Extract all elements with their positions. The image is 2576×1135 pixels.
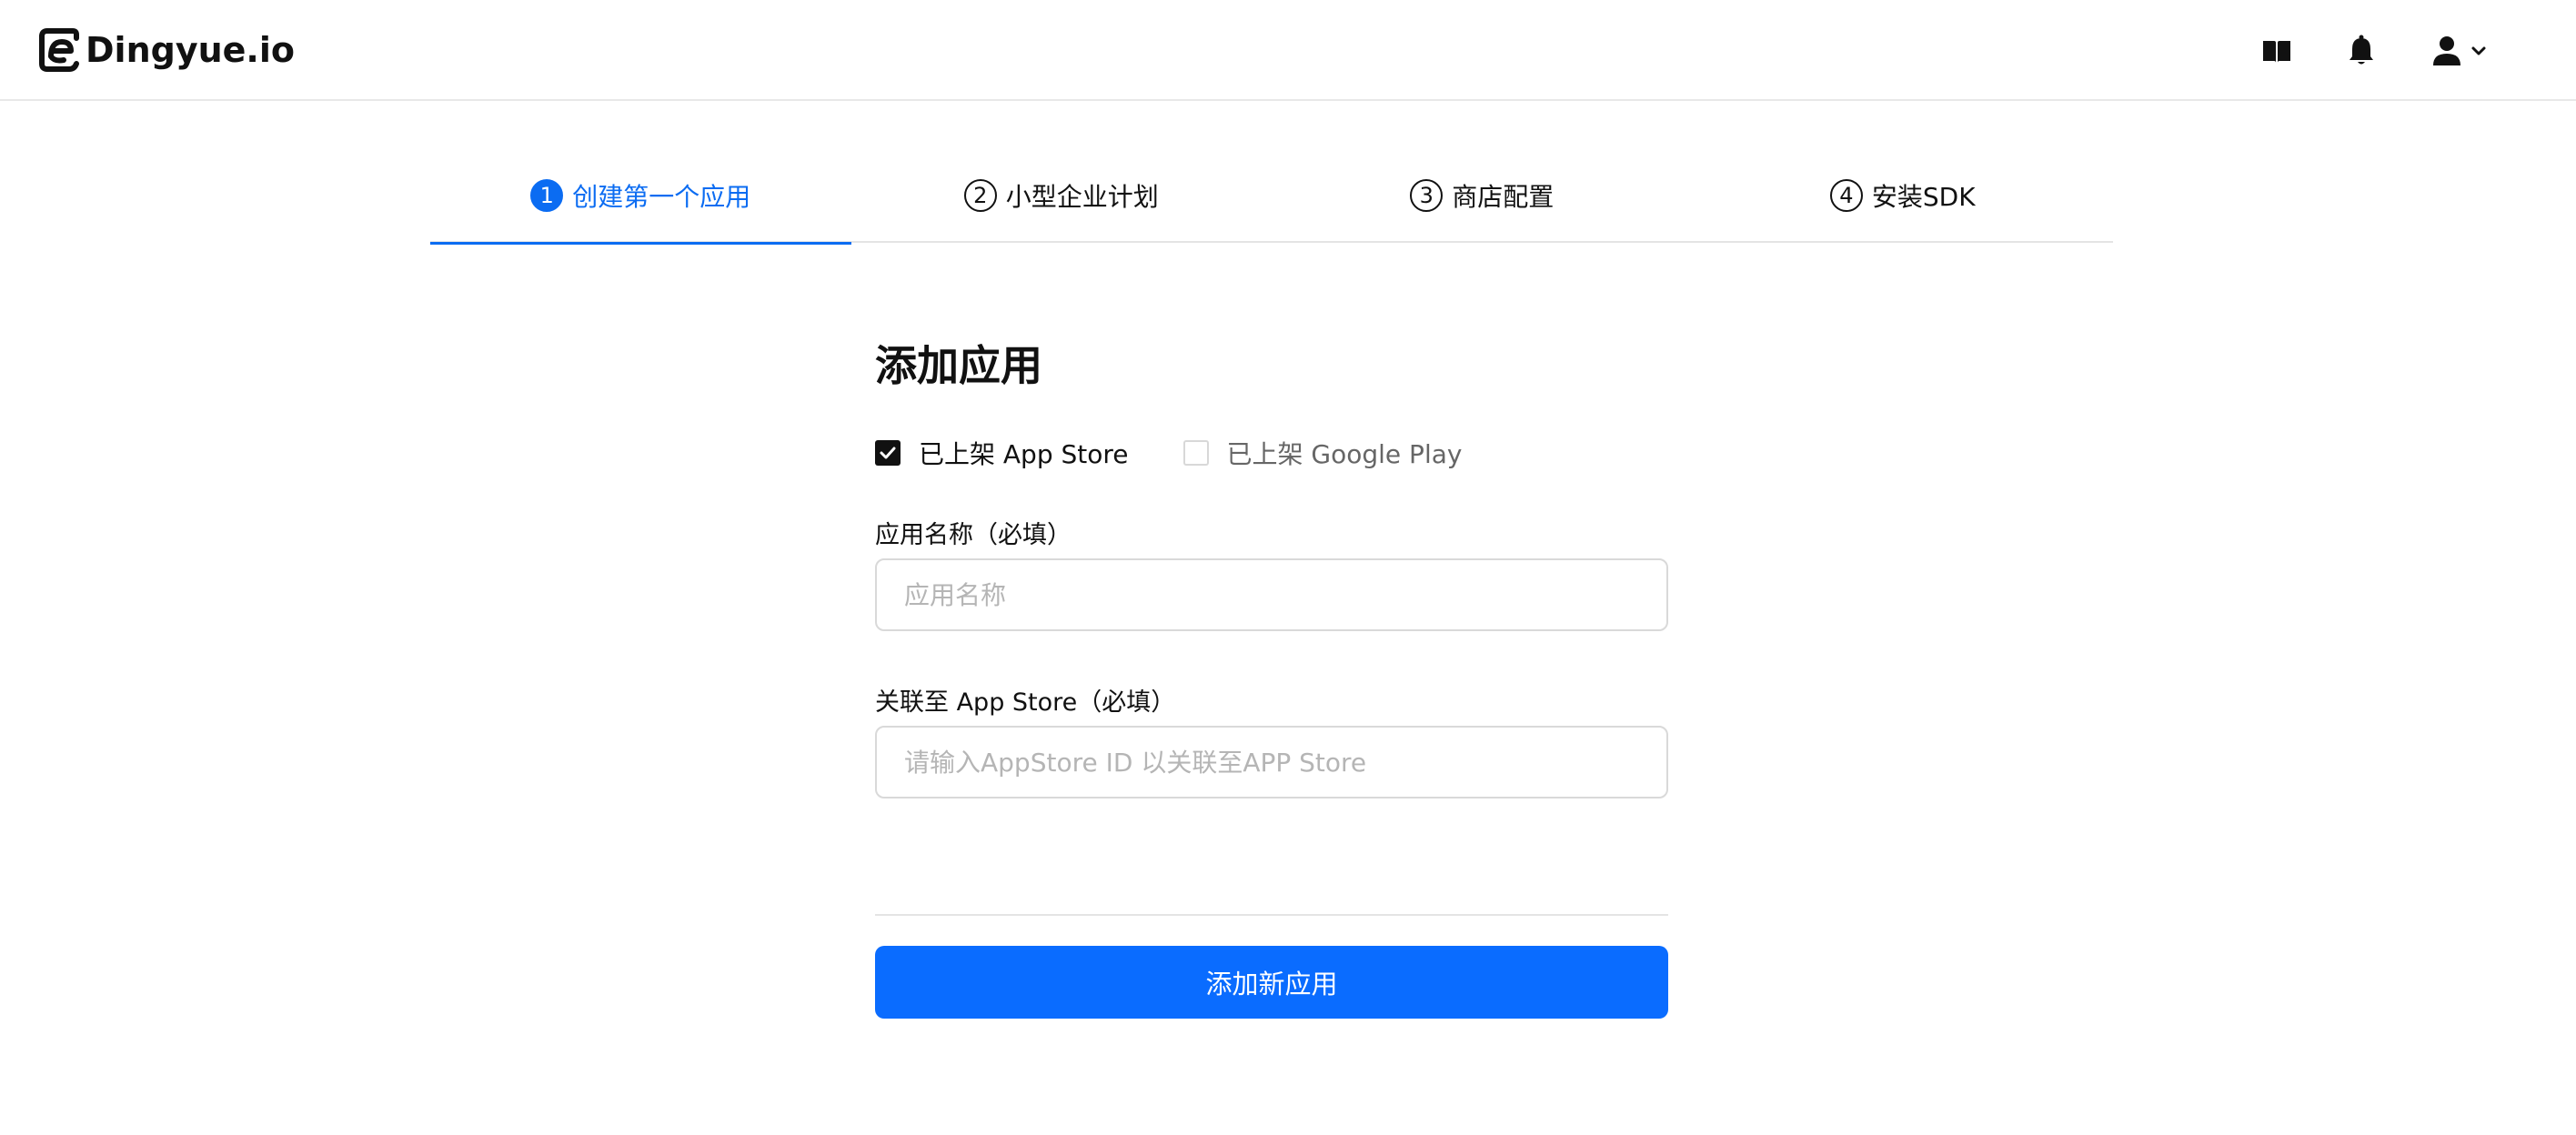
step-number: 4: [1829, 178, 1863, 212]
store-checkboxes: 已上架 App Store 已上架 Google Play: [875, 433, 1516, 473]
app-name-label: 应用名称（必填）: [875, 521, 1072, 549]
book-icon: [2263, 41, 2290, 63]
step-number: 2: [963, 178, 997, 212]
notifications-button[interactable]: [2343, 33, 2380, 69]
step-install-sdk[interactable]: 4 安装SDK: [1693, 155, 2114, 243]
step-label: 小型企业计划: [1005, 181, 1159, 212]
step-store-config[interactable]: 3 商店配置: [1272, 155, 1693, 243]
app-store-id-input[interactable]: [875, 726, 1668, 799]
docs-button[interactable]: [2259, 33, 2295, 69]
checkbox-unchecked-icon: [1182, 440, 1209, 466]
app-name-input[interactable]: [875, 558, 1668, 631]
step-number: 1: [530, 178, 564, 212]
user-icon: [2433, 36, 2460, 65]
step-label: 安装SDK: [1871, 181, 1976, 212]
step-label: 创建第一个应用: [572, 181, 751, 212]
form-divider: [875, 914, 1668, 916]
top-header: Dingyue.io: [0, 0, 2576, 101]
setup-steps: 1 创建第一个应用 2 小型企业计划 3 商店配置 4 安装SDK: [430, 155, 2114, 245]
bell-icon: [2350, 35, 2373, 65]
step-label: 商店配置: [1452, 181, 1555, 212]
user-menu-button[interactable]: [2427, 33, 2492, 69]
checkbox-checked-icon: [875, 440, 901, 466]
add-new-app-button[interactable]: 添加新应用: [875, 946, 1668, 1019]
step-small-business-plan[interactable]: 2 小型企业计划: [851, 155, 1273, 243]
app-store-checkbox[interactable]: 已上架 App Store: [875, 435, 1129, 471]
app-store-checkbox-label: 已上架 App Store: [919, 439, 1129, 469]
step-create-app[interactable]: 1 创建第一个应用: [430, 155, 851, 245]
google-play-checkbox[interactable]: 已上架 Google Play: [1182, 435, 1463, 471]
logo-icon: [39, 28, 79, 72]
google-play-checkbox-label: 已上架 Google Play: [1226, 439, 1463, 469]
logo[interactable]: Dingyue.io: [36, 25, 295, 75]
page-title: 添加应用: [875, 341, 1042, 390]
app-store-link-label: 关联至 App Store（必填）: [875, 688, 1176, 717]
logo-text: Dingyue.io: [86, 30, 295, 70]
chevron-down-icon: [2471, 46, 2486, 55]
step-number: 3: [1410, 178, 1444, 212]
